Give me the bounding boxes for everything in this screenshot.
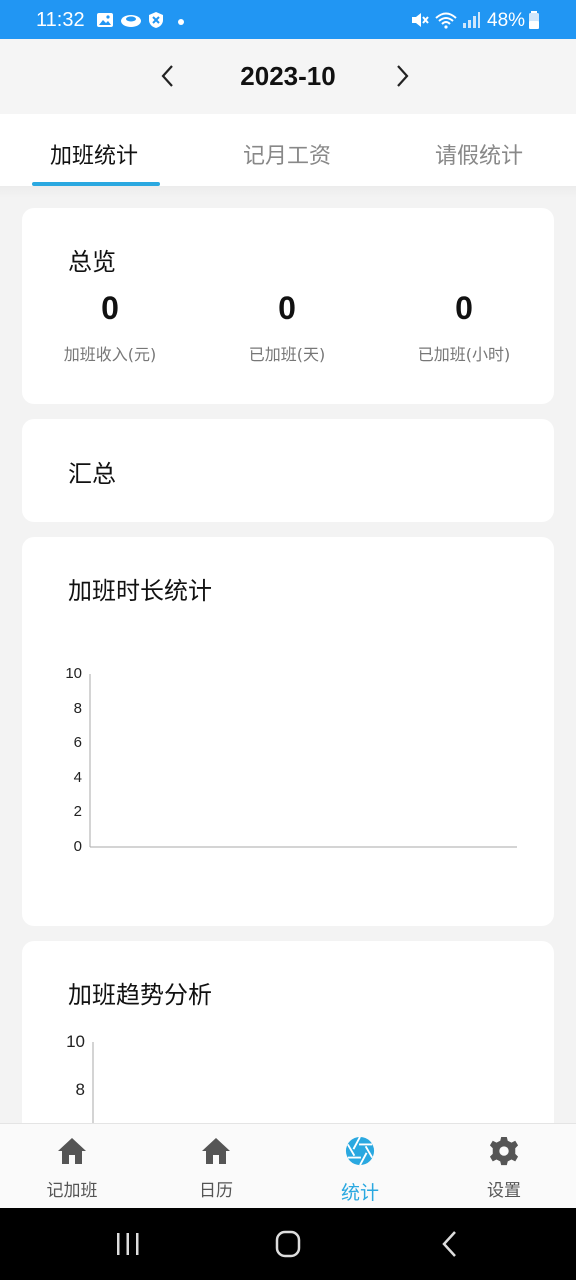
- status-time: 11:32: [36, 9, 85, 31]
- duration-chart-y-tick-label: 10: [65, 665, 82, 682]
- gear-icon: [489, 1136, 519, 1166]
- stat-days-label: 已加班(天): [248, 345, 326, 364]
- shield-icon: [149, 12, 163, 28]
- stat-hours: 0 已加班(小时): [384, 290, 544, 365]
- signal-icon: [463, 12, 480, 28]
- nav-label: 设置: [487, 1181, 521, 1201]
- cloud-icon: [121, 15, 141, 27]
- nav-record-overtime[interactable]: 记加班: [0, 1124, 144, 1209]
- battery-percentage: 48%: [487, 10, 526, 31]
- tab-overtime-stats[interactable]: 加班统计: [50, 138, 138, 170]
- battery-icon: [529, 11, 539, 29]
- duration-chart-y-tick-label: 0: [73, 838, 82, 855]
- nav-settings[interactable]: 设置: [432, 1124, 576, 1209]
- mute-icon: [412, 13, 429, 27]
- duration-chart-svg: [89, 674, 517, 848]
- status-bar: 11:32 48%: [0, 0, 576, 39]
- stat-income: 0 加班收入(元): [30, 290, 190, 365]
- divider: [0, 186, 576, 198]
- overview-title: 总览: [68, 248, 116, 276]
- month-header: 2023-10: [0, 39, 576, 114]
- wifi-icon: [435, 12, 457, 29]
- back-icon[interactable]: [430, 1228, 470, 1260]
- summary-title: 汇总: [68, 460, 116, 488]
- home-icon: [202, 1138, 230, 1164]
- stat-hours-label: 已加班(小时): [417, 345, 511, 364]
- nav-statistics[interactable]: 统计: [288, 1124, 432, 1209]
- nav-label: 日历: [199, 1181, 233, 1201]
- chevron-right-icon[interactable]: [392, 63, 412, 89]
- stat-income-value: 0: [101, 290, 119, 326]
- dot-icon: [178, 19, 184, 25]
- recent-apps-icon[interactable]: [108, 1228, 148, 1260]
- stat-income-label: 加班收入(元): [63, 345, 157, 364]
- nav-label: 记加班: [46, 1181, 98, 1201]
- home-icon: [58, 1138, 86, 1164]
- home-button-icon[interactable]: [268, 1228, 308, 1260]
- tab-monthly-salary[interactable]: 记月工资: [243, 138, 331, 170]
- duration-chart-y-tick-label: 8: [73, 699, 82, 717]
- trend-chart-y-tick-label: 10: [66, 1032, 85, 1051]
- aperture-icon: [345, 1136, 375, 1166]
- trend-chart-y-tick-label: 8: [75, 1080, 85, 1099]
- tab-bar: 加班统计 记月工资 请假统计: [0, 114, 576, 186]
- duration-chart-y-tick-label: 4: [73, 768, 82, 786]
- stat-hours-value: 0: [455, 290, 473, 326]
- month-title: 2023-10: [240, 61, 336, 91]
- duration-chart-card: 加班时长统计 10 8 6 4 2 0: [22, 537, 554, 926]
- system-nav-bar: [0, 1208, 576, 1280]
- bottom-nav: 记加班 日历 统计 设置: [0, 1123, 576, 1208]
- duration-chart-y-tick-label: 2: [73, 803, 82, 821]
- image-icon: [97, 13, 113, 27]
- stat-days-value: 0: [278, 290, 296, 326]
- duration-chart-y-tick-label: 6: [73, 734, 82, 752]
- tab-leave-stats[interactable]: 请假统计: [435, 138, 523, 170]
- nav-label: 统计: [340, 1182, 379, 1204]
- nav-calendar[interactable]: 日历: [144, 1124, 288, 1209]
- summary-card: 汇总: [22, 419, 554, 522]
- overview-card: 总览 0 加班收入(元) 0 已加班(天) 0 已加班(小时): [22, 208, 554, 404]
- stat-days: 0 已加班(天): [207, 290, 367, 365]
